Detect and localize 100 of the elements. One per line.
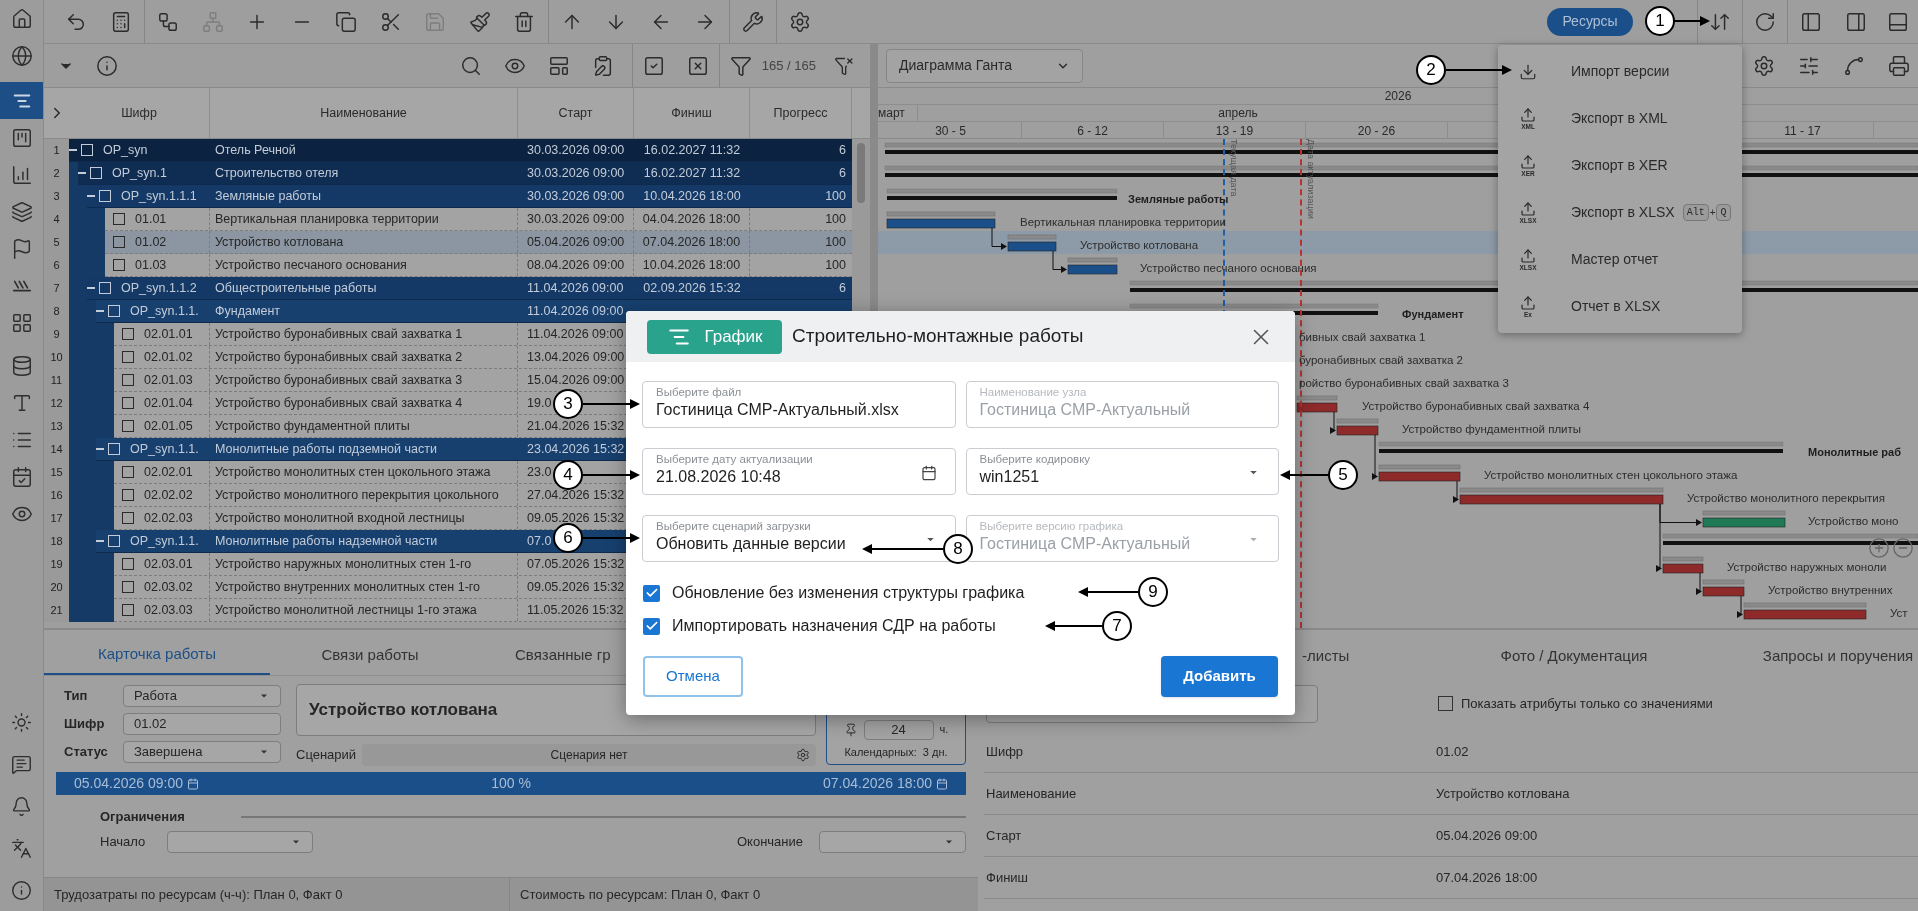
column-header[interactable]: Шифр bbox=[121, 103, 157, 123]
scenario-settings-icon[interactable] bbox=[796, 748, 810, 762]
zoom-out-icon[interactable] bbox=[1892, 537, 1914, 559]
calendar-icon[interactable] bbox=[187, 777, 199, 790]
view-dropdown[interactable]: Диаграмма Ганта bbox=[886, 48, 1083, 83]
add-button[interactable]: Добавить bbox=[1161, 656, 1278, 697]
pin-icon[interactable] bbox=[843, 722, 858, 737]
print-icon[interactable] bbox=[1888, 54, 1910, 77]
column-header[interactable]: Прогресс bbox=[773, 103, 828, 123]
sliders-icon[interactable] bbox=[1798, 54, 1820, 77]
calendar-icon[interactable] bbox=[936, 777, 948, 790]
tab[interactable]: Фото / Документация bbox=[1442, 636, 1706, 676]
settings-icon[interactable] bbox=[789, 10, 812, 33]
search-icon[interactable] bbox=[459, 54, 482, 77]
row-checkbox[interactable] bbox=[122, 420, 134, 432]
chat-icon[interactable] bbox=[11, 753, 32, 775]
task-bar[interactable] bbox=[1662, 563, 1704, 574]
collapse-icon[interactable] bbox=[96, 307, 104, 315]
collapse-icon[interactable] bbox=[87, 284, 95, 292]
table-row[interactable]: 01.01 Вертикальная планировка территории 30.03.2026 09:00 04.04.2026 18:00 100 bbox=[69, 208, 852, 231]
row-checkbox[interactable] bbox=[122, 604, 134, 616]
scrollbar-thumb[interactable] bbox=[857, 143, 865, 203]
tab[interactable]: -листы bbox=[1302, 636, 1442, 676]
row-checkbox[interactable] bbox=[113, 213, 125, 225]
delete-icon[interactable] bbox=[513, 10, 536, 33]
checkbox[interactable] bbox=[1438, 696, 1453, 711]
info-icon[interactable] bbox=[11, 879, 32, 901]
cancel-button[interactable]: Отмена bbox=[643, 656, 743, 697]
row-checkbox[interactable] bbox=[122, 558, 134, 570]
select-all-icon[interactable] bbox=[642, 54, 665, 77]
row-checkbox[interactable] bbox=[113, 236, 125, 248]
brush-icon[interactable] bbox=[468, 10, 491, 33]
code-field[interactable]: 01.02 bbox=[123, 713, 281, 735]
row-checkbox[interactable] bbox=[122, 351, 134, 363]
calendar-icon[interactable] bbox=[920, 465, 937, 481]
column-header[interactable]: Финиш bbox=[671, 103, 712, 123]
task-bar[interactable] bbox=[1296, 402, 1338, 413]
input-field[interactable]: Выберите файл Гостиница СМР-Актуальный.xlsx bbox=[642, 381, 956, 428]
table-row[interactable]: OP_syn.1.1.2 Общестроительные работы 11.04.2026 09:00 02.09.2026 15:32 6 bbox=[69, 277, 852, 300]
clear-filter-icon[interactable] bbox=[834, 55, 854, 76]
bell-icon[interactable] bbox=[11, 795, 32, 817]
column-header[interactable]: Старт bbox=[558, 103, 593, 123]
resources-button[interactable]: Ресурсы bbox=[1547, 7, 1633, 36]
tab[interactable]: Связанные гр bbox=[470, 635, 611, 675]
row-checkbox[interactable] bbox=[122, 512, 134, 524]
zoom-in-icon[interactable] bbox=[1868, 537, 1890, 559]
type-dropdown[interactable]: Работа bbox=[123, 685, 281, 707]
gantt-icon[interactable] bbox=[0, 82, 43, 119]
row-checkbox[interactable] bbox=[122, 466, 134, 478]
summary-bar[interactable] bbox=[886, 188, 1118, 200]
row-checkbox[interactable] bbox=[122, 374, 134, 386]
collapse-icon[interactable] bbox=[69, 146, 77, 154]
tab[interactable]: Запросы и поручения bbox=[1706, 636, 1918, 676]
table-row[interactable]: 01.02 Устройство котлована 05.04.2026 09:00 07.04.2026 18:00 100 bbox=[69, 231, 852, 254]
checkbox[interactable] bbox=[643, 617, 660, 635]
column-header[interactable]: Наименование bbox=[320, 103, 407, 123]
row-checkbox[interactable] bbox=[122, 581, 134, 593]
collapse-icon[interactable] bbox=[78, 169, 86, 177]
settings-icon[interactable] bbox=[1753, 54, 1775, 77]
wrench-icon[interactable] bbox=[741, 10, 764, 33]
tab[interactable]: Карточка работы bbox=[44, 635, 270, 675]
theme-icon[interactable] bbox=[11, 711, 32, 733]
table-row[interactable]: OP_syn.1 Строительство отеля 30.03.2026 09:00 16.02.2027 11:32 6 bbox=[69, 162, 852, 185]
summary-bar[interactable] bbox=[1378, 441, 1784, 453]
menu-item[interactable]: Импорт версии bbox=[1498, 48, 1742, 95]
panel-bottom-icon[interactable] bbox=[1887, 10, 1909, 33]
task-bar[interactable] bbox=[1459, 494, 1664, 505]
panel-left-icon[interactable] bbox=[1799, 10, 1822, 33]
collapse-icon[interactable] bbox=[96, 537, 104, 545]
row-checkbox[interactable] bbox=[122, 489, 134, 501]
refresh-icon[interactable] bbox=[1754, 10, 1776, 33]
checkbox[interactable] bbox=[643, 584, 660, 602]
date-field[interactable]: Выберите дату актуализации 21.08.2026 10:48 bbox=[642, 448, 956, 495]
row-checkbox[interactable] bbox=[122, 397, 134, 409]
table-row[interactable]: OP_syn.1.1.1 Земляные работы 30.03.2026 09:00 10.04.2026 18:00 100 bbox=[69, 185, 852, 208]
row-checkbox[interactable] bbox=[113, 259, 125, 271]
info-icon[interactable] bbox=[96, 54, 118, 77]
filter-icon[interactable] bbox=[729, 54, 752, 77]
cut-icon[interactable] bbox=[379, 10, 402, 33]
task-bar[interactable] bbox=[1336, 425, 1379, 436]
collapse-icon[interactable] bbox=[87, 192, 95, 200]
task-bar[interactable] bbox=[1743, 609, 1867, 620]
scenario-field[interactable]: Сценария нет bbox=[362, 744, 816, 766]
task-bar[interactable] bbox=[1702, 586, 1745, 597]
status-dropdown[interactable]: Завершена bbox=[123, 741, 281, 763]
layout-icon[interactable] bbox=[547, 54, 570, 77]
select-field[interactable]: Выберите кодировку win1251 bbox=[965, 448, 1279, 495]
table-row[interactable]: 01.03 Устройство песчаного основания 08.04.2026 09:00 10.04.2026 18:00 100 bbox=[69, 254, 852, 277]
row-checkbox[interactable] bbox=[122, 328, 134, 340]
deselect-icon[interactable] bbox=[686, 54, 709, 77]
summary-bar[interactable] bbox=[1662, 533, 1918, 545]
collapse-icon[interactable] bbox=[96, 445, 104, 453]
path-icon[interactable] bbox=[1843, 54, 1865, 77]
add-child-icon[interactable] bbox=[157, 10, 180, 33]
hours-field[interactable]: 24 bbox=[863, 719, 934, 740]
translate-icon[interactable] bbox=[11, 837, 32, 859]
panel-right-icon[interactable] bbox=[1844, 10, 1867, 33]
copy-icon[interactable] bbox=[335, 10, 358, 33]
tab[interactable]: Связи работы bbox=[270, 635, 470, 675]
task-bar[interactable] bbox=[1378, 471, 1461, 482]
